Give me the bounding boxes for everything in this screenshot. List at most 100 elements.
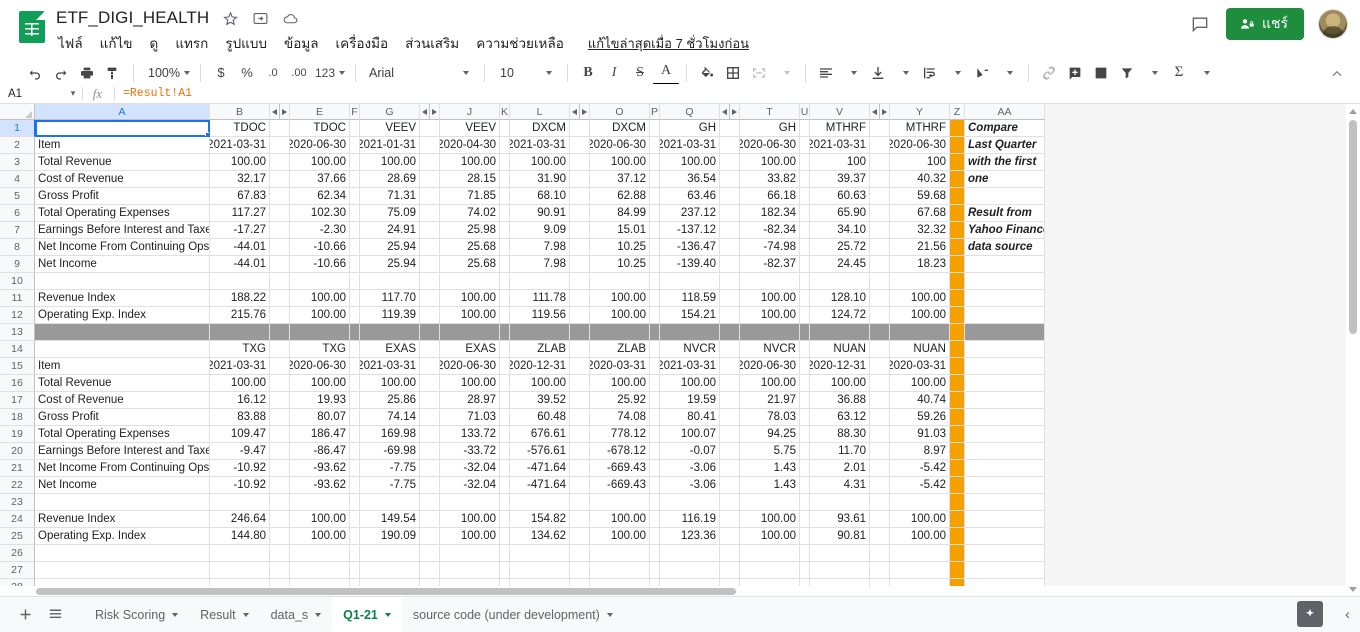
cell-x149[interactable] xyxy=(720,256,740,273)
cell-P26[interactable] xyxy=(650,545,660,562)
chevron-down-icon[interactable] xyxy=(384,612,391,617)
cell-V19[interactable]: 88.30 xyxy=(810,426,870,443)
cell-AA15[interactable] xyxy=(965,358,1045,375)
cell-Z18[interactable] xyxy=(950,409,965,426)
cell-L23[interactable] xyxy=(510,494,570,511)
cell-P7[interactable] xyxy=(650,222,660,239)
cell-x1827[interactable] xyxy=(870,562,890,579)
cell-F3[interactable] xyxy=(350,154,360,171)
insert-link-button[interactable] xyxy=(1036,60,1062,86)
row-header-17[interactable]: 17 xyxy=(0,392,35,409)
cell-x624[interactable] xyxy=(420,511,440,528)
cell-x28[interactable] xyxy=(270,239,290,256)
cell-U9[interactable] xyxy=(800,256,810,273)
column-header-J[interactable]: J xyxy=(440,104,500,120)
cell-AA9[interactable] xyxy=(965,256,1045,273)
cell-x612[interactable] xyxy=(420,307,440,324)
text-wrapping-caret[interactable] xyxy=(943,60,969,86)
undo-button[interactable] xyxy=(22,60,48,86)
cell-F17[interactable] xyxy=(350,392,360,409)
cell-Q5[interactable]: 63.46 xyxy=(660,188,720,205)
cell-A24[interactable]: Revenue Index xyxy=(35,511,210,528)
cell-Z5[interactable] xyxy=(950,188,965,205)
cell-T16[interactable]: 100.00 xyxy=(740,375,800,392)
cell-F23[interactable] xyxy=(350,494,360,511)
cell-x620[interactable] xyxy=(420,443,440,460)
cell-x142[interactable] xyxy=(720,137,740,154)
cell-Y26[interactable] xyxy=(890,545,950,562)
cell-E19[interactable]: 186.47 xyxy=(290,426,350,443)
cell-Y2[interactable]: 2020-06-30 xyxy=(890,137,950,154)
cell-x1817[interactable] xyxy=(870,392,890,409)
cell-x69[interactable] xyxy=(420,256,440,273)
insert-comment-button[interactable] xyxy=(1062,60,1088,86)
row-header-13[interactable]: 13 xyxy=(0,324,35,341)
cell-P2[interactable] xyxy=(650,137,660,154)
collapse-toolbar-icon[interactable] xyxy=(1326,63,1348,85)
cell-AA24[interactable] xyxy=(965,511,1045,528)
cell-Z1[interactable] xyxy=(950,120,965,137)
cell-E27[interactable] xyxy=(290,562,350,579)
cell-V23[interactable] xyxy=(810,494,870,511)
cell-x223[interactable] xyxy=(270,494,290,511)
cell-T23[interactable] xyxy=(740,494,800,511)
cell-Y21[interactable]: -5.42 xyxy=(890,460,950,477)
cell-Y9[interactable]: 18.23 xyxy=(890,256,950,273)
cell-x1821[interactable] xyxy=(870,460,890,477)
cell-J27[interactable] xyxy=(440,562,500,579)
cell-V12[interactable]: 124.72 xyxy=(810,307,870,324)
cell-J24[interactable]: 100.00 xyxy=(440,511,500,528)
cell-T14[interactable]: NVCR xyxy=(740,341,800,358)
cell-K3[interactable] xyxy=(500,154,510,171)
cell-L21[interactable]: -471.64 xyxy=(510,460,570,477)
cell-Q23[interactable] xyxy=(660,494,720,511)
column-header-F[interactable]: F xyxy=(350,104,360,120)
cell-K5[interactable] xyxy=(500,188,510,205)
cell-x68[interactable] xyxy=(420,239,440,256)
cell-x109[interactable] xyxy=(570,256,590,273)
cell-F26[interactable] xyxy=(350,545,360,562)
cell-B24[interactable]: 246.64 xyxy=(210,511,270,528)
cell-x216[interactable] xyxy=(270,375,290,392)
cell-P6[interactable] xyxy=(650,205,660,222)
cell-F2[interactable] xyxy=(350,137,360,154)
cell-x1811[interactable] xyxy=(870,290,890,307)
cell-P25[interactable] xyxy=(650,528,660,545)
cell-P8[interactable] xyxy=(650,239,660,256)
cell-T20[interactable]: 5.75 xyxy=(740,443,800,460)
cell-x1010[interactable] xyxy=(570,273,590,290)
column-expand-arrows[interactable] xyxy=(420,104,440,120)
cell-P24[interactable] xyxy=(650,511,660,528)
cell-F20[interactable] xyxy=(350,443,360,460)
insert-chart-button[interactable] xyxy=(1088,60,1114,86)
cell-x184[interactable] xyxy=(870,171,890,188)
cell-U4[interactable] xyxy=(800,171,810,188)
cell-A23[interactable] xyxy=(35,494,210,511)
cell-x22[interactable] xyxy=(270,137,290,154)
expand-left-icon[interactable] xyxy=(872,108,877,115)
row-header-2[interactable]: 2 xyxy=(0,137,35,154)
cell-x1826[interactable] xyxy=(870,545,890,562)
cell-Q22[interactable]: -3.06 xyxy=(660,477,720,494)
cell-G8[interactable]: 25.94 xyxy=(360,239,420,256)
cell-B21[interactable]: -10.92 xyxy=(210,460,270,477)
cell-x616[interactable] xyxy=(420,375,440,392)
cell-x24[interactable] xyxy=(270,171,290,188)
cell-J12[interactable]: 100.00 xyxy=(440,307,500,324)
cell-B13[interactable] xyxy=(210,324,270,341)
cell-A16[interactable]: Total Revenue xyxy=(35,375,210,392)
cell-E22[interactable]: -93.62 xyxy=(290,477,350,494)
cell-L6[interactable]: 90.91 xyxy=(510,205,570,222)
expand-right-icon[interactable] xyxy=(582,108,587,115)
cell-K25[interactable] xyxy=(500,528,510,545)
cell-A17[interactable]: Cost of Revenue xyxy=(35,392,210,409)
cell-x107[interactable] xyxy=(570,222,590,239)
cell-x1418[interactable] xyxy=(720,409,740,426)
cell-B9[interactable]: -44.01 xyxy=(210,256,270,273)
cell-B20[interactable]: -9.47 xyxy=(210,443,270,460)
cell-O1[interactable]: DXCM xyxy=(590,120,650,137)
cell-x1423[interactable] xyxy=(720,494,740,511)
cell-T7[interactable]: -82.34 xyxy=(740,222,800,239)
cell-J25[interactable]: 100.00 xyxy=(440,528,500,545)
cell-O10[interactable] xyxy=(590,273,650,290)
